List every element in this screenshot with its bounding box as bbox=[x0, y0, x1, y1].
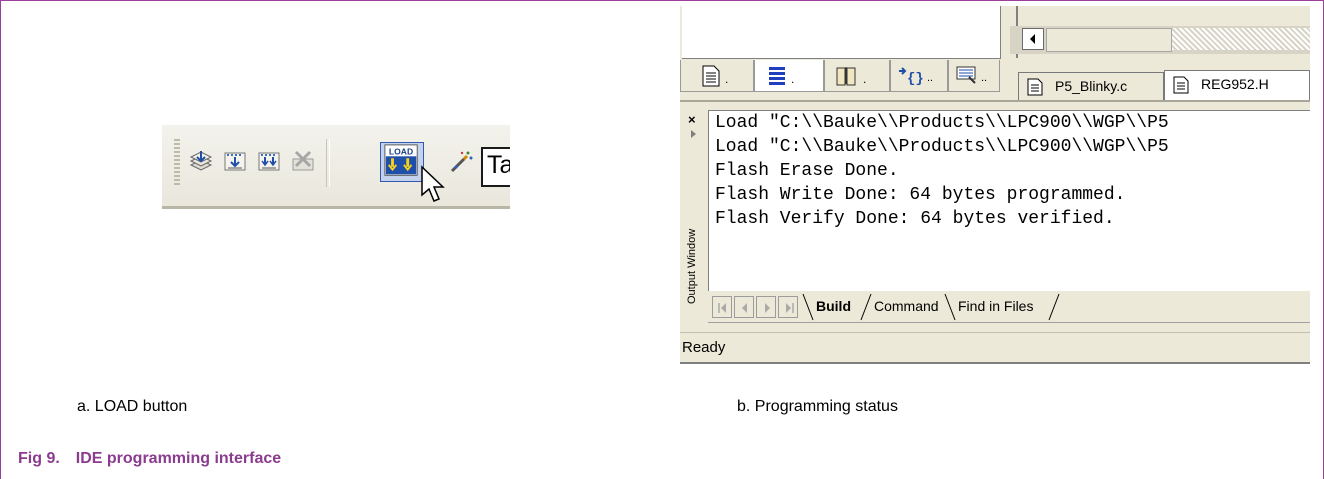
tab-command[interactable]: Command bbox=[874, 294, 939, 320]
scroll-thumb[interactable] bbox=[1046, 28, 1172, 52]
output-line: Load "C:\\Bauke\\Products\\LPC900\\WGP\\… bbox=[715, 113, 1169, 133]
toolbar: LOAD Ta bbox=[162, 125, 510, 209]
divider bbox=[708, 322, 1310, 323]
next-tab-button[interactable] bbox=[756, 296, 776, 318]
stop-build-icon[interactable] bbox=[290, 149, 316, 173]
first-icon bbox=[718, 303, 726, 313]
file-tab-label: P5_Blinky.c bbox=[1055, 78, 1128, 94]
tab-find-in-files[interactable]: Find in Files bbox=[958, 294, 1033, 320]
mouse-cursor-icon bbox=[421, 165, 445, 202]
batch-download-icon[interactable] bbox=[256, 149, 282, 173]
tab-file-1[interactable]: REG952.H bbox=[1164, 70, 1310, 100]
file-tabs: P5_Blinky.c REG952.H bbox=[1010, 66, 1310, 100]
registers-icon bbox=[769, 67, 785, 85]
project-pane: . . . {} .. .. bbox=[680, 6, 1003, 98]
tab-build[interactable]: Build bbox=[816, 294, 851, 320]
tab-registers[interactable]: . bbox=[754, 60, 824, 92]
caption-a: a. LOAD button bbox=[77, 398, 188, 415]
pane-divider[interactable] bbox=[680, 100, 1310, 102]
toolbar-grip[interactable] bbox=[174, 139, 180, 187]
load-button[interactable]: LOAD bbox=[380, 142, 424, 182]
figure-caption: Fig 9. IDE programming interface bbox=[18, 450, 281, 468]
editor-horizontal-scrollbar[interactable] bbox=[1010, 26, 1310, 54]
scroll-track[interactable] bbox=[1172, 28, 1310, 50]
status-text: Ready bbox=[682, 339, 726, 356]
target-select-text: Ta bbox=[487, 151, 510, 179]
scroll-left-button[interactable] bbox=[1022, 28, 1044, 50]
prev-tab-button[interactable] bbox=[734, 296, 754, 318]
output-window-label: Output Window bbox=[686, 228, 698, 304]
toolbar-separator bbox=[326, 139, 330, 187]
tab-edge bbox=[802, 293, 814, 321]
output-window: × Output Window Load "C:\\Bauke\\Product… bbox=[680, 110, 1310, 328]
document-icon bbox=[702, 65, 720, 87]
tab-templates[interactable]: .. bbox=[948, 60, 1000, 92]
arrow-left-icon bbox=[1030, 34, 1035, 44]
first-tab-button[interactable] bbox=[712, 296, 732, 318]
load-label: LOAD bbox=[389, 146, 413, 156]
editor-area: P5_Blinky.c REG952.H bbox=[1010, 6, 1310, 100]
caption-b: b. Programming status bbox=[737, 398, 898, 415]
ide-window: . . . {} .. .. P5_Blinky.c REG952.H × Ou… bbox=[680, 6, 1310, 363]
close-icon[interactable]: × bbox=[688, 112, 696, 127]
output-tab-bar: Build Command Find in Files bbox=[708, 292, 1310, 322]
download-icon[interactable] bbox=[222, 149, 248, 173]
output-line: Load "C:\\Bauke\\Products\\LPC900\\WGP\\… bbox=[715, 137, 1169, 157]
previous-icon bbox=[742, 303, 747, 313]
build-icon[interactable] bbox=[188, 149, 214, 173]
load-icon: LOAD bbox=[384, 144, 418, 176]
last-icon bbox=[786, 303, 794, 313]
target-select-field[interactable]: Ta bbox=[481, 147, 510, 187]
project-tree-area[interactable] bbox=[682, 6, 1001, 59]
output-text-area[interactable]: Load "C:\\Bauke\\Products\\LPC900\\WGP\\… bbox=[708, 110, 1310, 291]
books-icon bbox=[836, 67, 856, 86]
last-tab-button[interactable] bbox=[778, 296, 798, 318]
divider bbox=[680, 362, 1310, 364]
arrow-right-icon[interactable] bbox=[691, 130, 696, 138]
status-bar: Ready bbox=[680, 332, 1310, 363]
templates-icon bbox=[956, 66, 976, 84]
output-line: Flash Erase Done. bbox=[715, 161, 899, 181]
figure-title: IDE programming interface bbox=[75, 450, 282, 467]
tab-functions[interactable]: {} .. bbox=[890, 60, 948, 92]
tab-edge bbox=[1048, 293, 1060, 321]
figure-number: Fig 9. bbox=[18, 450, 60, 467]
tab-files[interactable]: . bbox=[680, 60, 754, 92]
output-line: Flash Verify Done: 64 bytes verified. bbox=[715, 209, 1115, 229]
tab-books[interactable]: . bbox=[824, 60, 890, 92]
next-icon bbox=[765, 303, 770, 313]
svg-text:{}: {} bbox=[907, 71, 923, 87]
toolbar-bottom-edge bbox=[162, 206, 510, 209]
magic-wand-icon[interactable] bbox=[448, 149, 474, 173]
output-line: Flash Write Done: 64 bytes programmed. bbox=[715, 185, 1126, 205]
output-window-titlebar: × Output Window bbox=[682, 110, 704, 324]
functions-icon: {} bbox=[899, 67, 923, 87]
file-tab-label: REG952.H bbox=[1201, 76, 1269, 92]
document-icon bbox=[1173, 76, 1189, 94]
tab-edge bbox=[860, 293, 872, 321]
document-icon bbox=[1027, 78, 1043, 96]
tab-file-0[interactable]: P5_Blinky.c bbox=[1018, 72, 1164, 100]
tab-edge bbox=[944, 293, 956, 321]
